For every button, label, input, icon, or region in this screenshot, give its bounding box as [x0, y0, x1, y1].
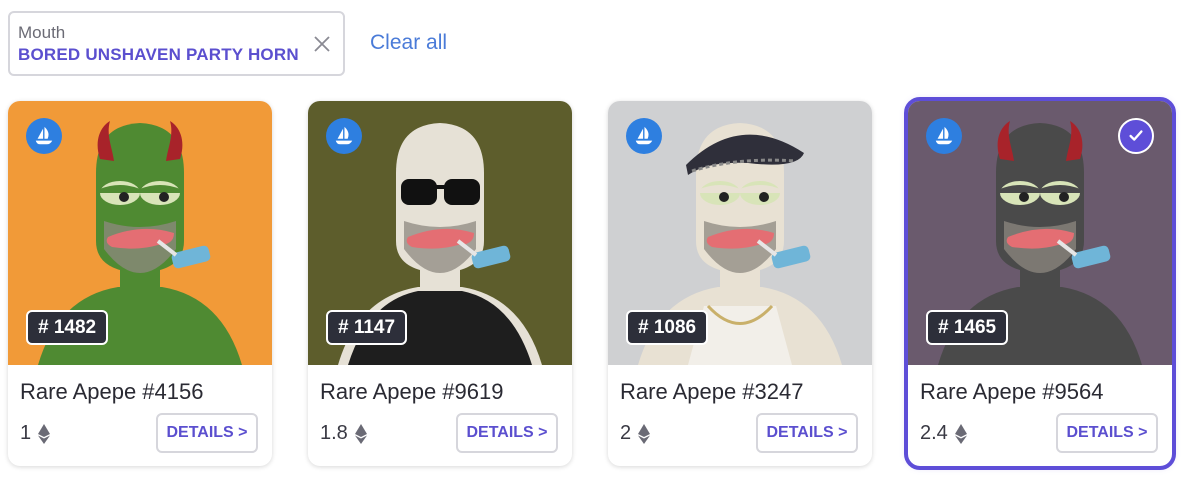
ethereum-icon	[38, 423, 51, 444]
ethereum-icon	[354, 423, 367, 444]
nft-card[interactable]: # 1465 Rare Apepe #9564 2.4 DETAILS >	[904, 97, 1176, 470]
opensea-ship-icon[interactable]	[926, 118, 962, 154]
card-title[interactable]: Rare Apepe #3247	[620, 379, 804, 405]
card-price: 1	[20, 422, 51, 445]
card-title[interactable]: Rare Apepe #9564	[920, 379, 1104, 405]
opensea-ship-icon[interactable]	[326, 118, 362, 154]
price-value: 1	[20, 422, 32, 444]
card-price: 2.4	[920, 422, 967, 445]
price-value: 1.8	[320, 422, 348, 444]
nft-image[interactable]: # 1086	[608, 101, 872, 365]
ethereum-icon	[954, 423, 967, 444]
filter-chip-label: Mouth	[18, 23, 66, 42]
nft-image[interactable]: # 1465	[908, 101, 1172, 365]
card-price: 1.8	[320, 422, 367, 445]
filter-chip-mouth[interactable]: Mouth BORED UNSHAVEN PARTY HORN	[8, 11, 345, 76]
price-value: 2.4	[920, 422, 948, 444]
nft-card[interactable]: # 1086 Rare Apepe #3247 2 DETAILS >	[608, 101, 872, 466]
card-title[interactable]: Rare Apepe #9619	[320, 379, 504, 405]
nft-image[interactable]: # 1147	[308, 101, 572, 365]
filter-chip-value: BORED UNSHAVEN PARTY HORN	[18, 45, 299, 64]
card-grid: # 1482 Rare Apepe #4156 1 DETAILS > # 11…	[8, 97, 1176, 470]
nft-image[interactable]: # 1482	[8, 101, 272, 365]
details-button[interactable]: DETAILS >	[156, 413, 258, 453]
rank-badge: # 1086	[626, 310, 709, 345]
rank-badge: # 1147	[326, 310, 408, 345]
close-icon[interactable]	[311, 33, 333, 55]
details-button[interactable]: DETAILS >	[456, 413, 558, 453]
details-button[interactable]: DETAILS >	[1056, 413, 1158, 453]
nft-card[interactable]: # 1147 Rare Apepe #9619 1.8 DETAILS >	[308, 101, 572, 466]
nft-card[interactable]: # 1482 Rare Apepe #4156 1 DETAILS >	[8, 101, 272, 466]
details-button[interactable]: DETAILS >	[756, 413, 858, 453]
filter-bar: Mouth BORED UNSHAVEN PARTY HORN	[8, 11, 345, 76]
price-value: 2	[620, 422, 632, 444]
rank-badge: # 1465	[926, 310, 1009, 345]
rank-badge: # 1482	[26, 310, 109, 345]
check-icon[interactable]	[1118, 118, 1154, 154]
clear-all-link[interactable]: Clear all	[370, 30, 447, 56]
opensea-ship-icon[interactable]	[26, 118, 62, 154]
card-price: 2	[620, 422, 651, 445]
ethereum-icon	[638, 423, 651, 444]
card-title[interactable]: Rare Apepe #4156	[20, 379, 204, 405]
opensea-ship-icon[interactable]	[626, 118, 662, 154]
